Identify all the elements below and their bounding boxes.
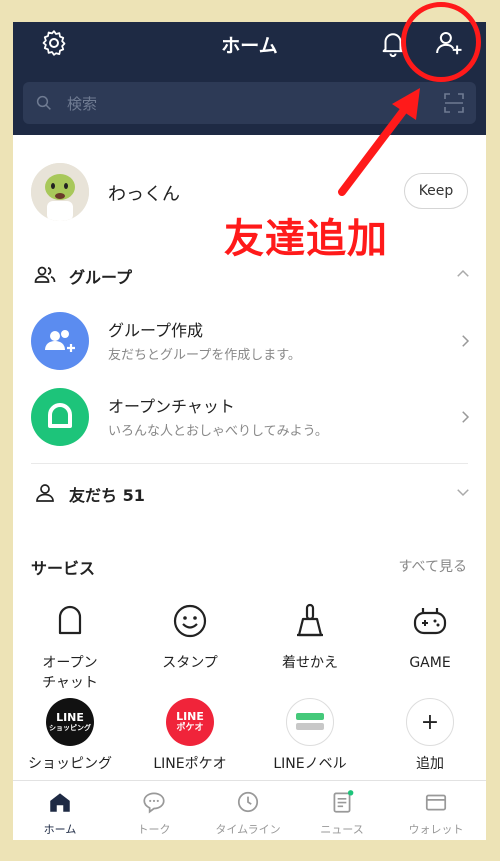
friends-section-header[interactable]: 友だち 51	[13, 473, 486, 513]
create-group-icon	[31, 312, 89, 370]
row-title: オープンチャット	[108, 397, 235, 416]
service-openchat[interactable]: オープン チャット	[15, 597, 125, 693]
service-label: 追加	[416, 756, 444, 772]
service-theme[interactable]: 着せかえ	[255, 597, 365, 673]
create-group-row[interactable]: グループ作成 友だちとグループを作成します。	[13, 306, 486, 376]
services-title: サービス	[31, 559, 96, 578]
group-section-label: グループ	[69, 268, 133, 287]
service-stamp[interactable]: スタンプ	[135, 597, 245, 673]
search-placeholder: 検索	[67, 95, 98, 113]
tab-timeline[interactable]: タイムライン	[201, 781, 295, 840]
news-icon	[333, 790, 354, 813]
service-add[interactable]: + 追加	[375, 698, 485, 774]
avatar-character-icon	[31, 163, 89, 221]
annotation-arrow-icon	[338, 88, 420, 196]
service-label: LINEポケオ	[153, 756, 227, 772]
tab-label: ホーム	[43, 823, 77, 836]
row-subtitle: 友だちとグループを作成します。	[108, 348, 301, 363]
brush-icon	[286, 597, 334, 645]
chevron-right-icon	[462, 411, 470, 423]
person-icon	[36, 484, 54, 502]
service-pokeo[interactable]: LINE ポケオ LINEポケオ	[135, 698, 245, 774]
service-label: スタンプ	[162, 655, 218, 671]
tab-talk[interactable]: トーク	[107, 781, 201, 840]
tab-wallet[interactable]: ウォレット	[389, 781, 483, 840]
service-game[interactable]: GAME	[375, 597, 485, 673]
pokeo-logo-text: LINE	[176, 710, 204, 723]
line-shopping-icon: LINE ショッピング	[46, 698, 94, 746]
home-icon	[50, 793, 70, 812]
line-pokeo-icon: LINE ポケオ	[166, 698, 214, 746]
chat-icon	[143, 792, 165, 814]
annotation-circle	[401, 2, 481, 82]
tab-label: ニュース	[320, 823, 364, 836]
qr-scan-icon[interactable]	[442, 91, 466, 115]
service-label: オープン チャット	[42, 655, 98, 691]
chevron-right-icon	[462, 335, 470, 347]
tab-label: ウォレット	[408, 823, 464, 836]
service-label: LINEノベル	[273, 756, 347, 772]
wallet-icon	[425, 794, 447, 811]
row-title: グループ作成	[108, 321, 204, 340]
bottom-tab-bar: ホーム トーク タイムライン ニュース ウォレット	[13, 780, 486, 840]
tab-label: トーク	[137, 823, 171, 836]
avatar[interactable]	[31, 163, 89, 221]
plus-icon: +	[406, 698, 454, 746]
annotation-label: 友達追加	[224, 216, 388, 262]
openchat-icon	[46, 597, 94, 645]
service-label: ショッピング	[28, 756, 112, 772]
tab-home[interactable]: ホーム	[13, 781, 107, 840]
service-label: GAME	[409, 655, 451, 671]
chevron-down-icon[interactable]	[454, 483, 472, 501]
chevron-up-icon[interactable]	[454, 265, 472, 283]
group-icon	[34, 266, 56, 283]
row-subtitle: いろんな人とおしゃべりしてみよう。	[108, 424, 328, 439]
clock-icon	[237, 791, 259, 813]
gamepad-icon	[406, 597, 454, 645]
service-novel[interactable]: LINEノベル	[255, 698, 365, 774]
search-icon	[36, 95, 51, 110]
smiley-icon	[166, 597, 214, 645]
divider	[31, 463, 468, 464]
pokeo-logo-subtext: ポケオ	[176, 723, 204, 733]
service-label: 着せかえ	[282, 655, 338, 671]
see-all-link[interactable]: すべて見る	[399, 556, 467, 576]
tab-label: タイムライン	[215, 823, 281, 836]
tab-news[interactable]: ニュース	[295, 781, 389, 840]
friends-section-label: 友だち 51	[69, 486, 145, 505]
shopping-logo-subtext: ショッピング	[49, 723, 91, 732]
service-shopping[interactable]: LINE ショッピング ショッピング	[15, 698, 125, 774]
openchat-logo-icon	[31, 388, 89, 446]
openchat-row[interactable]: オープンチャット いろんな人とおしゃべりしてみよう。	[13, 382, 486, 452]
shopping-logo-text: LINE	[56, 710, 84, 724]
profile-name: わっくん	[108, 184, 180, 205]
line-novel-icon	[286, 698, 334, 746]
